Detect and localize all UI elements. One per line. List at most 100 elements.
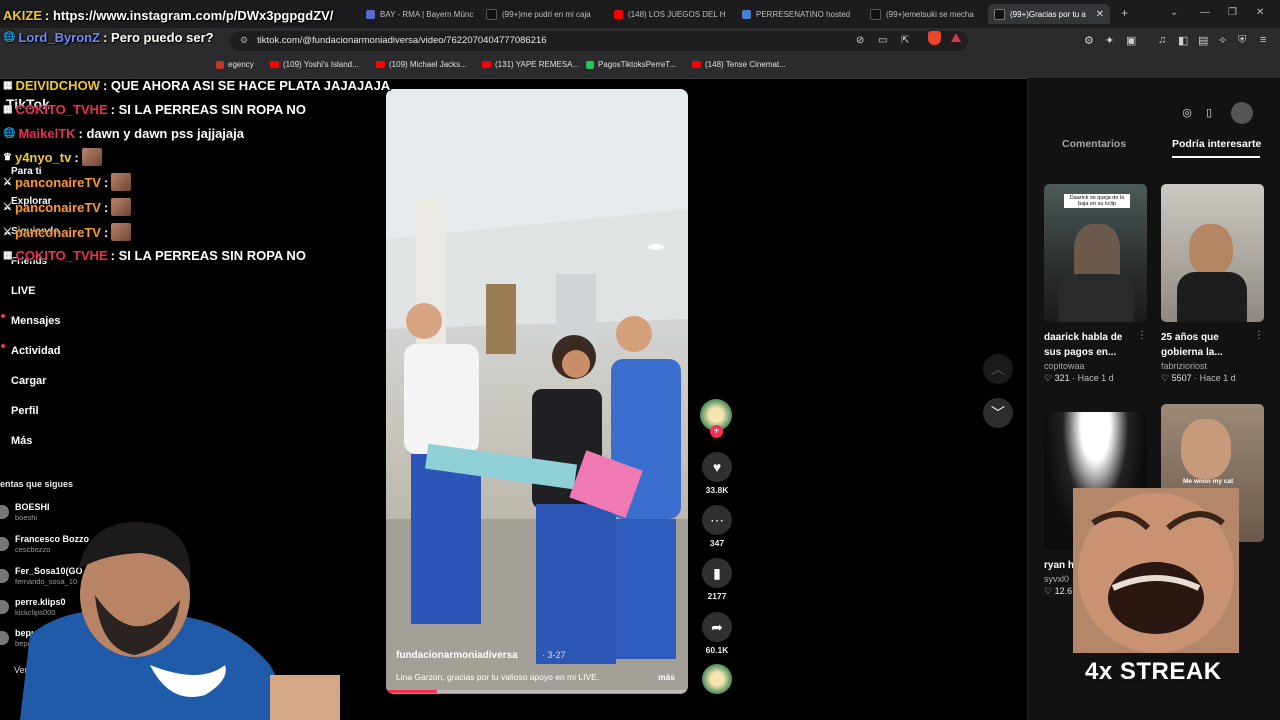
chat-text: : SI LA PERREAS SIN ROPA NO (110, 248, 306, 263)
tab-groups-icon[interactable]: ▤ (1198, 34, 1208, 47)
video-thumbnail (1161, 184, 1264, 322)
nav-actividad[interactable]: Actividad (11, 345, 61, 357)
previous-video-button[interactable]: ︿ (983, 354, 1013, 384)
thumbnail-shirt (1058, 274, 1134, 322)
chat-username: y4nyo_tv (14, 149, 72, 165)
meme-face (1073, 488, 1239, 653)
meta-separator: · (1072, 373, 1076, 383)
bookmark-item[interactable]: (109) Yoshi's Island... (270, 60, 359, 69)
tab-related[interactable]: Podría interesarte (1172, 138, 1261, 150)
card-meta: ♡ 5507 · Hace 1 d (1161, 373, 1264, 384)
sword-badge-icon: ⚔ (3, 201, 12, 213)
save-button[interactable]: ▮ 2177 (700, 558, 734, 601)
video-player[interactable]: fundacionarmoniadiversa · 3-27 Lina Garz… (386, 89, 688, 694)
bookmark-item[interactable]: PagosTiktoksPerreT... (586, 60, 676, 69)
like-button[interactable]: ♥ 33.8K (700, 452, 734, 495)
close-window-icon[interactable]: ✕ (1256, 7, 1264, 18)
comment-button[interactable]: ⋯ 347 (700, 505, 734, 548)
tiktok-icon (486, 8, 497, 20)
address-bar[interactable]: ⚙ tiktok.com/@fundacionarmoniadiversa/vi… (230, 31, 968, 51)
vpn-shield-icon[interactable]: ⛨ (1238, 34, 1246, 47)
tab-comments[interactable]: Comentarios (1062, 138, 1126, 150)
chat-username: COKITO_TVHE (15, 102, 108, 117)
extensions-icon[interactable]: ✦ (1105, 34, 1114, 47)
url-text[interactable]: tiktok.com/@fundacionarmoniadiversa/vide… (257, 35, 547, 46)
video-author[interactable]: fundacionarmoniadiversa (396, 650, 518, 661)
close-tab-icon[interactable]: ✕ (1096, 9, 1104, 20)
video-progress-bar[interactable] (386, 690, 688, 693)
bookmark-icon: ▮ (702, 558, 732, 588)
brave-shields-icon[interactable] (928, 31, 941, 45)
card-title: 25 años que gobierna la... (1161, 332, 1223, 358)
tab-list-icon[interactable]: ⌄ (1170, 7, 1178, 18)
tab-title: BAY - RMA | Bayern Münc (380, 9, 474, 19)
video-progress-fill (386, 690, 438, 693)
card-author: copitowaa (1044, 361, 1085, 371)
streak-counter: 4x STREAK (1085, 658, 1222, 685)
like-count: 33.8K (705, 485, 729, 495)
translate-icon[interactable]: ⚙ (1084, 34, 1094, 47)
tab-1[interactable]: BAY - RMA | Bayern Münc (366, 4, 476, 24)
brave-rewards-icon[interactable] (951, 33, 961, 42)
card-author: fabrizioriost (1161, 361, 1208, 371)
bookmark-item[interactable]: (109) Michael Jacks... (376, 60, 467, 69)
minimize-icon[interactable]: — (1200, 7, 1210, 18)
account-name: BOESHI (15, 502, 50, 512)
music-icon[interactable]: ♫ (1158, 34, 1166, 46)
sword-badge-icon: ⚔ (3, 226, 12, 238)
thumbnail-caption: Daarick se queja de la baja en su kclip (1064, 194, 1130, 208)
thumbnail-person (1189, 224, 1233, 276)
sheets-icon (586, 60, 594, 69)
video-frame (386, 89, 688, 694)
compass-icon[interactable]: ◎ (1176, 102, 1198, 124)
tab-3[interactable]: (148) LOS JUEGOS DEL H (614, 4, 726, 24)
bookmark-item[interactable]: egency (216, 60, 254, 69)
sub-badge-icon: ▦ (3, 80, 13, 91)
device-icon[interactable]: ▯ (1198, 102, 1220, 124)
new-tab-button[interactable]: + (1121, 6, 1128, 20)
heart-outline-icon: ♡ (1044, 373, 1053, 383)
menu-icon[interactable]: ≡ (1260, 34, 1266, 46)
share-icon[interactable]: ⇱ (901, 35, 909, 46)
video-date: · 3-27 (542, 650, 566, 660)
tab-favicon-icon (366, 9, 375, 19)
card-title: daarick habla de sus pagos en... (1044, 332, 1123, 358)
wallet-icon[interactable]: ▣ (1126, 34, 1136, 47)
chat-text: : (103, 174, 109, 190)
tab-active[interactable]: (99+)Gracias por tu a ✕ (988, 4, 1110, 24)
nav-mas[interactable]: Más (11, 435, 32, 447)
chat-message: 🌐 Lord_ByronZ: Pero puedo ser? (3, 30, 214, 45)
mute-icon[interactable]: ⊘ (856, 35, 864, 46)
music-disc-icon[interactable] (702, 664, 732, 694)
tab-2[interactable]: (99+)me pudri en mi caja (486, 4, 598, 24)
bookmark-item[interactable]: (148) Tense Cinemat... (692, 60, 786, 69)
next-video-button[interactable]: ﹀ (983, 398, 1013, 428)
nav-live[interactable]: LIVE (11, 285, 35, 297)
tab-5[interactable]: (99+)emetsuki se mecha (870, 4, 980, 24)
restore-icon[interactable]: ❐ (1228, 7, 1237, 18)
tab-title: (99+)Gracias por tu a (1010, 9, 1086, 19)
more-options-icon[interactable]: ⋮ (1254, 330, 1264, 341)
follow-plus-icon[interactable]: + (710, 425, 723, 438)
profile-avatar[interactable] (1231, 102, 1253, 124)
related-video-card[interactable]: 25 años que gobierna la... ⋮ fabriziorio… (1161, 184, 1264, 384)
sidebar-icon[interactable]: ◧ (1178, 34, 1188, 47)
more-options-icon[interactable]: ⋮ (1137, 330, 1147, 341)
site-info-icon[interactable]: ⚙ (240, 35, 248, 46)
related-video-card[interactable]: Daarick se queja de la baja en su kclip … (1044, 184, 1147, 384)
tiktok-icon (994, 8, 1005, 20)
reader-icon[interactable]: ▭ (878, 35, 887, 46)
tab-4[interactable]: PERRESENATINO hosted (742, 4, 854, 24)
nav-perfil[interactable]: Perfil (11, 405, 39, 417)
nav-cargar[interactable]: Cargar (11, 375, 46, 387)
bookmark-item[interactable]: (131) YAPE REMESA... (482, 60, 579, 69)
caption-more-link[interactable]: más (658, 672, 675, 682)
share-button[interactable]: ➦ 60.1K (700, 612, 734, 655)
share-arrow-icon: ➦ (702, 612, 732, 642)
tab-favicon-icon (742, 9, 751, 19)
comment-icon: ⋯ (702, 505, 732, 535)
leo-ai-icon[interactable]: ✧ (1218, 34, 1227, 47)
chat-text: : https://www.instagram.com/p/DWx3pgpgdZ… (45, 8, 334, 23)
chat-username: MaikelTK (18, 126, 76, 141)
nav-mensajes[interactable]: Mensajes (11, 315, 61, 327)
